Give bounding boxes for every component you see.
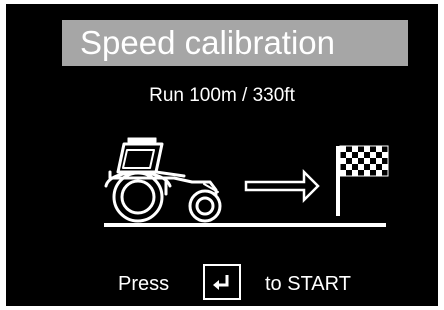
right-arrow-icon	[244, 168, 320, 204]
ground-line	[104, 223, 386, 227]
tractor-icon	[104, 137, 222, 223]
enter-key-icon	[213, 275, 229, 290]
calibration-illustration	[104, 137, 389, 227]
enter-key-button[interactable]	[203, 264, 241, 300]
checkered-flag-icon	[336, 145, 389, 216]
press-label: Press	[118, 273, 170, 295]
start-label: to START	[265, 273, 351, 295]
calibration-screen: Speed calibration Run 100m / 330ft Press…	[6, 4, 438, 306]
